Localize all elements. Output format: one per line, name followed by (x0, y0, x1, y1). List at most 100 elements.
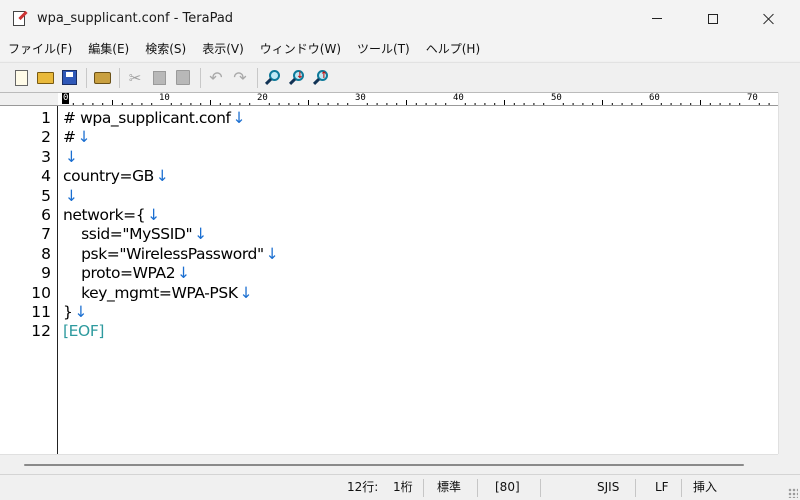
ruler-tick (386, 103, 388, 105)
status-line: 12行: (347, 480, 379, 494)
maximize-icon (708, 13, 718, 24)
new-file-button[interactable] (10, 67, 32, 89)
menu-search[interactable]: 検索(S) (137, 38, 194, 60)
ruler-tick (572, 103, 574, 105)
menu-bar: ファイル(F) 編集(E) 検索(S) 表示(V) ウィンドウ(W) ツール(T… (0, 37, 800, 61)
status-wrap: [80] (495, 480, 520, 494)
code-text: country=GB (63, 167, 154, 186)
minimize-button[interactable] (634, 0, 680, 37)
resize-grip[interactable] (788, 488, 798, 498)
eof-marker: [EOF] (63, 322, 105, 341)
line-number: 2 (41, 128, 51, 147)
ruler-tick (621, 103, 623, 105)
line-number: 6 (41, 206, 51, 224)
find-next-icon: ↓ (288, 69, 306, 87)
menu-file[interactable]: ファイル(F) (0, 38, 80, 60)
column-ruler: 0 10 20 30 40 50 60 70 (58, 92, 778, 106)
paste-icon (176, 70, 190, 85)
ruler-tick (121, 103, 123, 105)
maximize-button[interactable] (690, 0, 736, 37)
line-number: 4 (41, 167, 51, 186)
close-button[interactable] (746, 0, 792, 37)
paste-button[interactable] (172, 67, 194, 89)
find-button[interactable] (262, 67, 284, 89)
ruler-tick (170, 103, 172, 105)
horizontal-scroll-thumb[interactable] (24, 464, 744, 466)
vertical-scrollbar[interactable] (778, 92, 800, 454)
ruler-tick (415, 103, 417, 105)
ruler-tick (92, 103, 94, 105)
code-line: proto=WPA2 ↓ (63, 264, 190, 283)
print-button[interactable] (91, 67, 113, 89)
status-insert-mode: 挿入 (693, 480, 718, 494)
horizontal-scrollbar[interactable] (0, 454, 778, 474)
ruler-tick (337, 103, 339, 105)
eol-mark: ↓ (77, 128, 91, 147)
code-text: network={ (63, 206, 146, 224)
ruler-label: 30 (355, 93, 366, 103)
ruler-tick (445, 103, 447, 105)
ruler-tick (268, 103, 270, 105)
status-column: 1桁 (393, 480, 413, 494)
cut-button[interactable]: ✂ (124, 67, 146, 89)
code-line: ↓ (63, 148, 78, 167)
find-next-button[interactable]: ↓ (286, 67, 308, 89)
ruler-tick (513, 103, 515, 105)
open-folder-icon (36, 71, 54, 84)
ruler-tick (631, 103, 633, 105)
ruler-tick (709, 103, 711, 105)
code-text: } (63, 303, 73, 321)
ruler-tick (719, 103, 721, 105)
status-divider (477, 479, 478, 497)
ruler-tick (366, 103, 368, 105)
ruler-tick (690, 103, 692, 105)
copy-icon (152, 70, 166, 85)
ruler-tick (602, 100, 603, 105)
menu-window[interactable]: ウィンドウ(W) (252, 38, 349, 60)
save-button[interactable] (58, 67, 80, 89)
menu-edit[interactable]: 編集(E) (80, 38, 137, 60)
toolbar-separator (86, 67, 87, 88)
undo-icon: ↶ (209, 68, 223, 87)
ruler-tick (347, 103, 349, 105)
line-number: 9 (41, 264, 51, 283)
ruler-tick (151, 103, 153, 105)
line-number: 5 (41, 186, 51, 205)
toolbar: ✂ ↶ ↷ ↓ ↑ (0, 62, 800, 92)
code-line: country=GB ↓ (63, 167, 169, 186)
status-newline: LF (655, 480, 669, 494)
cut-icon: ✂ (128, 68, 142, 87)
ruler-tick (768, 103, 770, 105)
ruler-tick (82, 103, 84, 105)
ruler-tick (611, 103, 613, 105)
code-line: # wpa_supplicant.conf ↓ (63, 109, 246, 128)
menu-tools[interactable]: ツール(T) (349, 38, 418, 60)
menu-view[interactable]: 表示(V) (194, 38, 252, 60)
terapad-app-icon[interactable] (12, 10, 28, 27)
ruler-tick (533, 103, 535, 105)
ruler-tick (278, 103, 280, 105)
open-file-button[interactable] (34, 67, 56, 89)
ruler-tick (112, 100, 113, 105)
new-file-icon (14, 69, 28, 86)
status-divider (635, 479, 636, 497)
find-prev-button[interactable]: ↑ (310, 67, 332, 89)
redo-button[interactable]: ↷ (229, 67, 251, 89)
ruler-tick (406, 100, 407, 105)
eol-mark: ↓ (239, 283, 253, 302)
ruler-tick (494, 103, 496, 105)
eol-mark: ↓ (65, 186, 78, 205)
ruler-tick (670, 103, 672, 105)
line-number: 8 (41, 244, 51, 263)
text-editor[interactable]: 1 2 3 4 5 6 7 8 9 10 11 12 # wpa_supplic… (0, 106, 778, 454)
ruler-tick (249, 103, 251, 105)
undo-button[interactable]: ↶ (205, 67, 227, 89)
ruler-label: 50 (551, 93, 562, 103)
ruler-label: 0 (62, 93, 70, 104)
copy-button[interactable] (148, 67, 170, 89)
line-number: 12 (31, 322, 51, 341)
ruler-tick (641, 103, 643, 105)
ruler-tick (219, 103, 221, 105)
eol-mark: ↓ (65, 147, 78, 166)
menu-help[interactable]: ヘルプ(H) (418, 38, 488, 60)
